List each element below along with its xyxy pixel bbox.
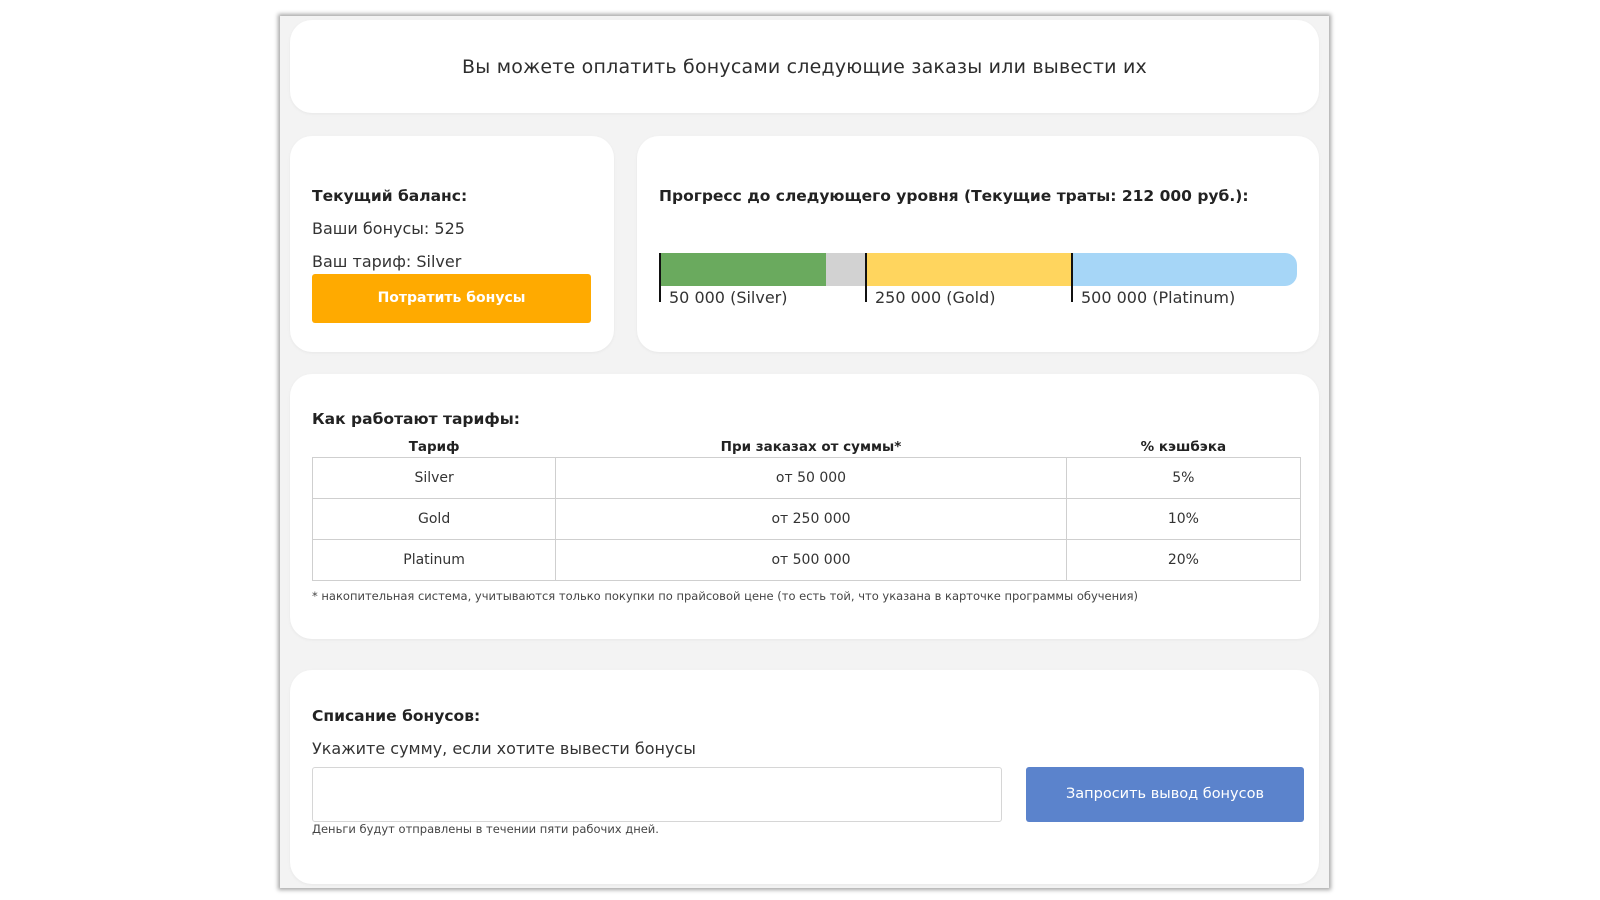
table-row: Platinum от 500 000 20% (311, 539, 1302, 581)
tick-platinum (1071, 253, 1073, 302)
progress-card: Прогресс до следующего уровня (Текущие т… (637, 136, 1319, 352)
progress-segment-gold (865, 253, 1071, 286)
withdraw-amount-input[interactable] (312, 767, 1002, 822)
table-cell: от 50 000 (555, 457, 1067, 499)
table-row: Gold от 250 000 10% (311, 498, 1302, 540)
column-header-tariff: Тариф (408, 439, 460, 455)
table-header-row: Тариф При заказах от суммы* % кэшбэка (313, 437, 1301, 458)
tick-silver (659, 253, 661, 302)
request-withdrawal-button[interactable]: Запросить вывод бонусов (1026, 767, 1304, 822)
column-header-threshold: При заказах от суммы* (720, 439, 902, 455)
current-tariff: Ваш тариф: Silver (312, 252, 462, 271)
bonus-page-frame: Вы можете оплатить бонусами следующие за… (280, 16, 1329, 888)
header-card: Вы можете оплатить бонусами следующие за… (290, 20, 1319, 113)
tariffs-footnote: * накопительная система, учитываются тол… (312, 589, 1139, 603)
progress-segment-platinum (1071, 253, 1297, 286)
table-row: Silver от 50 000 5% (311, 457, 1302, 499)
table-cell: 10% (1065, 498, 1302, 540)
withdraw-title: Списание бонусов: (312, 707, 481, 725)
withdraw-card: Списание бонусов: Укажите сумму, если хо… (290, 670, 1319, 884)
tariffs-card: Как работают тарифы: Тариф При заказах о… (290, 374, 1319, 639)
tick-label-gold: 250 000 (Gold) (875, 288, 996, 307)
progress-bar: 50 000 (Silver) 250 000 (Gold) 500 000 (… (659, 253, 1297, 307)
withdraw-instruction: Укажите сумму, если хотите вывести бонус… (312, 739, 696, 758)
tariffs-title: Как работают тарифы: (312, 410, 520, 428)
balance-card: Текущий баланс: Ваши бонусы: 525 Ваш тар… (290, 136, 614, 352)
table-cell: 5% (1065, 457, 1302, 499)
header-text: Вы можете оплатить бонусами следующие за… (462, 56, 1147, 78)
progress-fill-pending (825, 253, 865, 286)
bonus-count: Ваши бонусы: 525 (312, 219, 465, 238)
table-cell: от 250 000 (555, 498, 1067, 540)
tick-gold (865, 253, 867, 302)
tariffs-table: Тариф При заказах от суммы* % кэшбэка Si… (311, 437, 1302, 581)
column-header-cashback: % кэшбэка (1140, 439, 1227, 455)
table-cell: от 500 000 (555, 539, 1067, 581)
table-cell: Gold (311, 498, 557, 540)
table-cell: 20% (1065, 539, 1302, 581)
table-cell: Silver (311, 457, 557, 499)
progress-title: Прогресс до следующего уровня (Текущие т… (659, 187, 1249, 205)
tick-label-silver: 50 000 (Silver) (669, 288, 788, 307)
withdraw-note: Деньги будут отправлены в течении пяти р… (312, 822, 659, 836)
spend-bonuses-button[interactable]: Потратить бонусы (312, 274, 591, 323)
table-cell: Platinum (311, 539, 557, 581)
progress-fill-reached (659, 253, 826, 286)
balance-title: Текущий баланс: (312, 187, 468, 205)
tick-label-platinum: 500 000 (Platinum) (1081, 288, 1236, 307)
